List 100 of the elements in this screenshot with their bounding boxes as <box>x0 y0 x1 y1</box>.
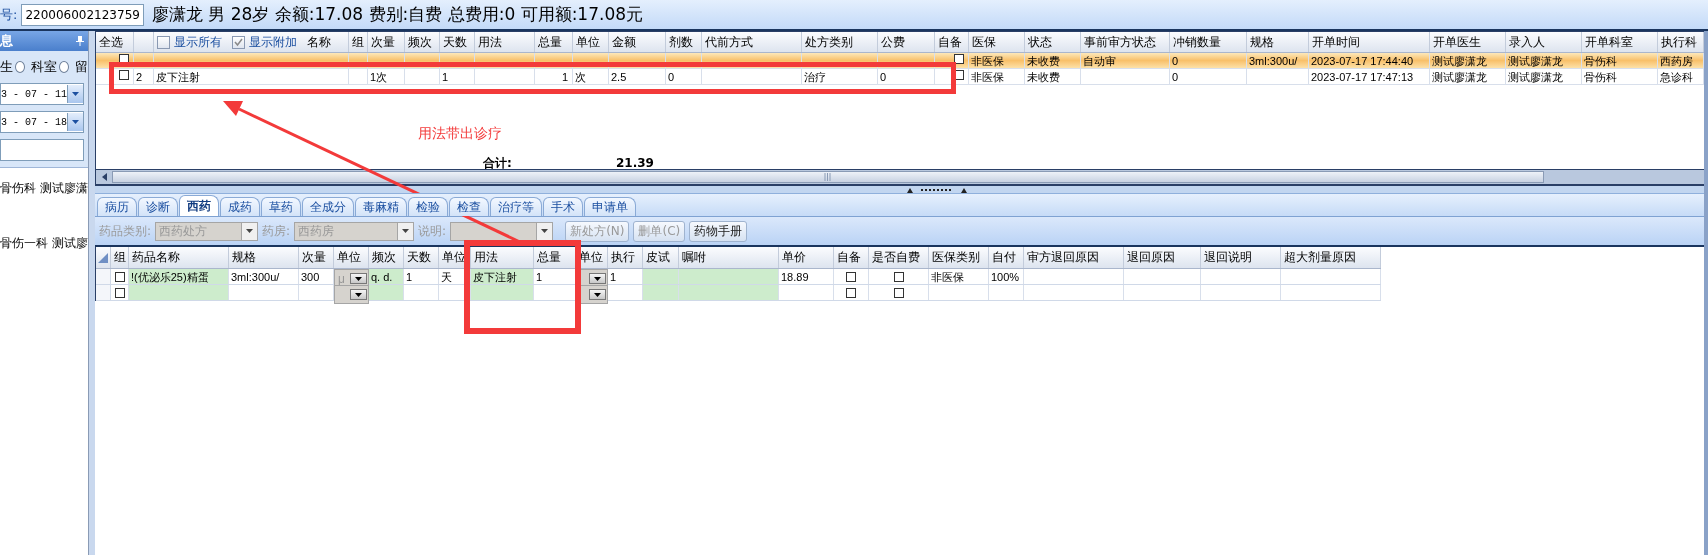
table-cell: 自动审 <box>1081 53 1170 68</box>
table-cell: 1 <box>404 269 439 284</box>
field-label: 药房: <box>262 222 291 240</box>
table-cell: 2023-07-17 17:47:13 <box>1309 69 1430 84</box>
column-header: 显示所有 显示附加 名称 <box>154 32 349 52</box>
column-header: 退回说明 <box>1201 247 1281 268</box>
total-amount: 21.39 <box>616 157 654 169</box>
tab[interactable]: 申请单 <box>584 197 636 216</box>
column-header: 嘱咐 <box>679 247 779 268</box>
column-header: 天数 <box>440 32 475 52</box>
tab[interactable]: 诊断 <box>138 197 178 216</box>
column-header: 皮试 <box>643 247 679 268</box>
column-header: 规格 <box>229 247 299 268</box>
date-field[interactable]: 3 - 07 - 18 <box>0 111 84 133</box>
table-cell: 1 <box>535 69 573 84</box>
column-header: 自付 <box>989 247 1024 268</box>
filter-label: 科室 <box>31 58 57 76</box>
column-header: 开单时间 <box>1309 32 1430 52</box>
column-header: 总量 <box>534 247 576 268</box>
option-label: 显示所有 <box>174 33 222 51</box>
column-header: 次量 <box>299 247 334 268</box>
filter-label: 留 <box>75 58 88 76</box>
field-label: 药品类别: <box>99 222 152 240</box>
table-cell: 测试廖潇龙 <box>1430 69 1506 84</box>
option-label: 显示附加 <box>249 33 297 51</box>
column-header: 是否自费 <box>869 247 929 268</box>
column-header: 组 <box>349 32 368 52</box>
table-cell: 0 <box>1170 53 1247 68</box>
annotation-text: 用法带出诊疗 <box>418 125 502 143</box>
column-header: 医保类别 <box>929 247 989 268</box>
table-cell: 2.5 <box>609 69 666 84</box>
record-item[interactable]: 骨伤科 测试廖潇 <box>0 180 88 197</box>
column-header: 全选 <box>96 32 134 52</box>
tab[interactable]: 检验 <box>408 197 448 216</box>
tab[interactable]: 西药 <box>179 195 219 216</box>
column-header: 代前方式 <box>702 32 802 52</box>
table-cell: 非医保 <box>969 53 1025 68</box>
table-cell: 2 <box>134 69 154 84</box>
column-header: 自备 <box>834 247 869 268</box>
tab[interactable]: 草药 <box>261 197 301 216</box>
table-cell: 皮下注射 <box>154 69 349 84</box>
toolbar-button[interactable]: 药物手册 <box>689 220 748 242</box>
table-cell: 3ml:300u/ <box>1247 53 1309 68</box>
table-cell: 非医保 <box>969 69 1025 84</box>
column-header: 单价 <box>779 247 834 268</box>
table-cell: 测试廖潇龙 <box>1506 69 1582 84</box>
table-cell: 18.89 <box>779 269 834 284</box>
date-field[interactable]: 3 - 07 - 11 <box>0 83 84 105</box>
column-header: 剂数 <box>666 32 702 52</box>
column-header: 审方退回原因 <box>1024 247 1124 268</box>
table-row[interactable]: 2 皮下注射 1次 1 1 次 2.5 0 治疗 0 非医保 未收费 0 2023-07-17 17:47:13 测试廖潇龙 测试廖潇龙 骨伤科 急诊科 <box>96 69 1704 85</box>
total-label: 合计: <box>483 157 513 169</box>
card-number-field[interactable]: 220006002123759 <box>21 3 144 26</box>
panel-title: 息 <box>0 32 13 50</box>
table-cell: 皮下注射 <box>471 269 534 284</box>
field-label: 说明: <box>418 222 447 240</box>
column-header: 录入人 <box>1506 32 1582 52</box>
column-header: 冲销数量 <box>1170 32 1247 52</box>
table-cell: 1次 <box>368 69 405 84</box>
column-header: 执行 <box>608 247 643 268</box>
tab[interactable]: 治疗等 <box>490 197 542 216</box>
record-item[interactable]: 骨伤一科 测试廖 <box>0 235 88 252</box>
patient-info: 廖潇龙 男 28岁 余额:17.08 费别:自费 总费用:0 可用额:17.08元 <box>151 3 644 26</box>
column-header: 自备 <box>935 32 969 52</box>
table-cell: 0 <box>666 69 702 84</box>
table-cell: !(优泌乐25)精蛋 <box>129 269 229 284</box>
column-header: 开单医生 <box>1430 32 1506 52</box>
table-cell: 非医保 <box>929 269 989 284</box>
table-cell: 0 <box>878 69 935 84</box>
tab[interactable]: 检查 <box>449 197 489 216</box>
table-cell: 未收费 <box>1025 69 1081 84</box>
column-header: 药品名称 <box>129 247 229 268</box>
column-header: 总量 <box>535 32 573 52</box>
column-header: 频次 <box>369 247 404 268</box>
column-header: 开单科室 <box>1582 32 1658 52</box>
column-header: 医保 <box>969 32 1025 52</box>
column-header: 退回原因 <box>1124 247 1201 268</box>
table-cell: 骨伤科 <box>1582 69 1658 84</box>
tab[interactable]: 病历 <box>97 197 137 216</box>
column-header: 金额 <box>609 32 666 52</box>
table-cell: 0 <box>1170 69 1247 84</box>
column-header: 公费 <box>878 32 935 52</box>
column-header: 单位 <box>573 32 609 52</box>
column-header: 频次 <box>405 32 440 52</box>
column-header: 规格 <box>1247 32 1309 52</box>
column-header: 次量 <box>368 32 405 52</box>
column-header: 用法 <box>475 32 535 52</box>
table-cell: q. d. <box>369 269 404 284</box>
table-cell: 100% <box>989 269 1024 284</box>
tab[interactable]: 全成分 <box>302 197 354 216</box>
tab[interactable]: 手术 <box>543 197 583 216</box>
column-header: 处方类别 <box>802 32 878 52</box>
table-cell: 测试廖潇龙 <box>1506 53 1582 68</box>
table-cell: 骨伤科 <box>1582 53 1658 68</box>
column-header: 组 <box>111 247 129 268</box>
table-cell: 2023-07-17 17:44:40 <box>1309 53 1430 68</box>
column-header: 事前审方状态 <box>1081 32 1170 52</box>
tab[interactable]: 毒麻精 <box>355 197 407 216</box>
table-cell: 1 <box>440 69 475 84</box>
tab[interactable]: 成药 <box>220 197 260 216</box>
